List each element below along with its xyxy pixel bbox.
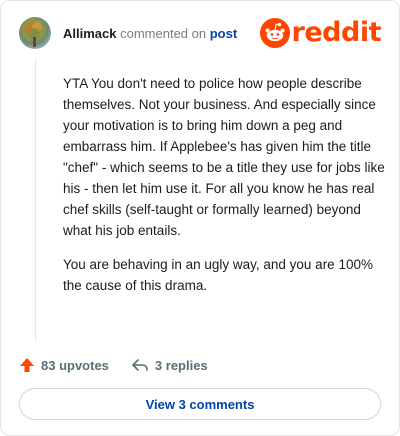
comment-paragraph: You are behaving in an ugly way, and you… xyxy=(63,257,373,293)
comment-meta: Allimack commented on post xyxy=(63,26,237,41)
upvote-arrow-icon xyxy=(20,358,34,372)
reply-arrow-icon xyxy=(132,359,148,371)
action-text: commented on xyxy=(120,26,207,41)
reddit-wordmark: reddit xyxy=(291,17,382,48)
comment-body: YTA You don't need to police how people … xyxy=(63,73,385,309)
reply-count: 3 replies xyxy=(154,357,208,373)
view-comments-button[interactable]: View 3 comments xyxy=(19,388,381,420)
comment-header: Allimack commented on post reddit xyxy=(19,17,382,49)
reddit-logo[interactable]: reddit xyxy=(259,17,382,48)
comment-actions: 83 upvotes 3 replies xyxy=(19,354,230,376)
reddit-snoo-icon xyxy=(259,18,290,48)
thread-line xyxy=(35,59,36,341)
upvote-count: 83 upvotes xyxy=(41,357,109,373)
post-link[interactable]: post xyxy=(210,26,237,41)
avatar[interactable] xyxy=(19,17,51,49)
comment-paragraph: YTA You don't need to police how people … xyxy=(63,76,385,238)
replies-button[interactable]: 3 replies xyxy=(131,357,208,373)
upvote-button[interactable]: 83 upvotes xyxy=(19,357,109,373)
username[interactable]: Allimack xyxy=(63,26,116,41)
comment-card: Allimack commented on post reddit YTA Yo… xyxy=(0,0,400,436)
avatar-image-icon xyxy=(24,22,42,47)
